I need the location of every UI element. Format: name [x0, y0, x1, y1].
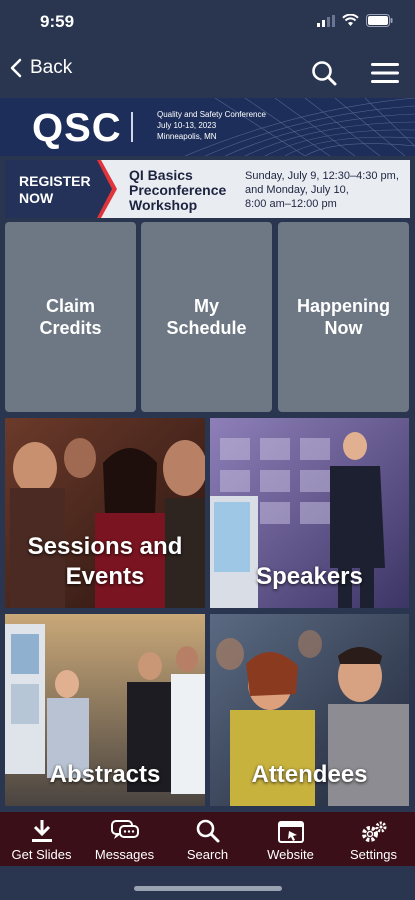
attendees-caption: Attendees: [251, 761, 368, 788]
speakers-tile[interactable]: Speakers: [210, 418, 409, 608]
status-time: 9:59: [40, 12, 75, 31]
conference-info: Quality and Safety Conference July 10-13…: [157, 109, 266, 142]
workshop-date-line1: Sunday, July 9, 12:30–4:30 pm,: [245, 170, 399, 182]
conference-location: Minneapolis, MN: [157, 132, 217, 141]
tab-website[interactable]: Website: [251, 812, 331, 866]
signal-icon: [317, 14, 335, 27]
bottom-tab-bar: Get Slides Messages Search Website Setti…: [0, 812, 415, 866]
sessions-events-tile[interactable]: Sessions and Events: [5, 418, 205, 608]
workshop-date-line3: 8:00 am–12:00 pm: [245, 198, 337, 210]
happening-now-tile[interactable]: Happening Now: [278, 222, 409, 412]
browser-icon: [277, 821, 304, 843]
tab-website-label: Website: [267, 847, 314, 862]
hamburger-menu-icon[interactable]: [371, 62, 399, 84]
sessions-caption-line1: Sessions and: [27, 533, 183, 560]
claim-credits-tile[interactable]: Claim Credits: [5, 222, 136, 412]
download-icon: [31, 820, 52, 842]
workshop-title-line1: QI Basics: [129, 167, 193, 183]
attendees-tile[interactable]: Attendees: [210, 614, 409, 806]
tab-search[interactable]: Search: [168, 812, 248, 866]
abstracts-caption: Abstracts: [49, 761, 161, 788]
tab-messages[interactable]: Messages: [85, 812, 165, 866]
sessions-caption-line2: Events: [65, 563, 145, 590]
claim-credits-line2: Credits: [39, 318, 102, 338]
logo-divider: [131, 112, 133, 142]
back-button[interactable]: Back: [10, 57, 72, 79]
conference-banner: QSC Quality and Safety Conference July 1…: [0, 98, 415, 156]
tab-get-slides-label: Get Slides: [11, 847, 72, 862]
workshop-title-line2: Preconference: [129, 182, 227, 198]
my-schedule-line1: My: [193, 296, 219, 316]
tab-messages-label: Messages: [94, 847, 155, 862]
wifi-icon: [342, 14, 359, 26]
status-bar: 9:59: [0, 0, 415, 44]
workshop-date-line2: and Monday, July 10,: [245, 184, 349, 196]
workshop-title: QI Basics Preconference Workshop: [129, 168, 226, 213]
chat-icon: [110, 820, 139, 839]
happening-now-line2: Now: [324, 318, 363, 338]
back-label: Back: [30, 57, 73, 78]
speakers-caption: Speakers: [256, 563, 363, 590]
conference-dates: July 10-13, 2023: [157, 121, 217, 130]
conference-name: Quality and Safety Conference: [157, 110, 266, 119]
register-label-line2: NOW: [19, 190, 54, 206]
register-label-line1: REGISTER: [19, 173, 91, 189]
chevron-left-icon: [10, 58, 22, 78]
abstracts-tile[interactable]: Abstracts: [5, 614, 205, 806]
qsc-logo: QSC: [32, 106, 122, 150]
tab-search-label: Search: [186, 847, 229, 862]
workshop-title-line3: Workshop: [129, 197, 198, 213]
search-icon: [196, 819, 219, 843]
home-indicator-area: [0, 866, 415, 900]
my-schedule-line2: Schedule: [166, 318, 247, 338]
search-icon[interactable]: [311, 60, 337, 86]
register-banner[interactable]: REGISTER NOW QI Basics Preconference Wor…: [5, 160, 410, 218]
battery-icon: [366, 14, 393, 27]
home-indicator[interactable]: [134, 886, 282, 891]
workshop-dates: Sunday, July 9, 12:30–4:30 pm, and Monda…: [245, 169, 399, 211]
my-schedule-tile[interactable]: My Schedule: [141, 222, 272, 412]
status-icons: [317, 14, 393, 27]
tab-settings-label: Settings: [350, 847, 397, 862]
register-now-button[interactable]: REGISTER NOW: [5, 160, 117, 218]
sessions-caption: Sessions and Events: [5, 532, 205, 592]
tab-get-slides[interactable]: Get Slides: [2, 812, 82, 866]
claim-credits-line1: Claim: [45, 296, 95, 316]
happening-now-line1: Happening: [297, 296, 390, 316]
gear-icon: [361, 821, 386, 842]
tab-settings[interactable]: Settings: [334, 812, 414, 866]
navigation-bar: Back: [0, 44, 415, 98]
